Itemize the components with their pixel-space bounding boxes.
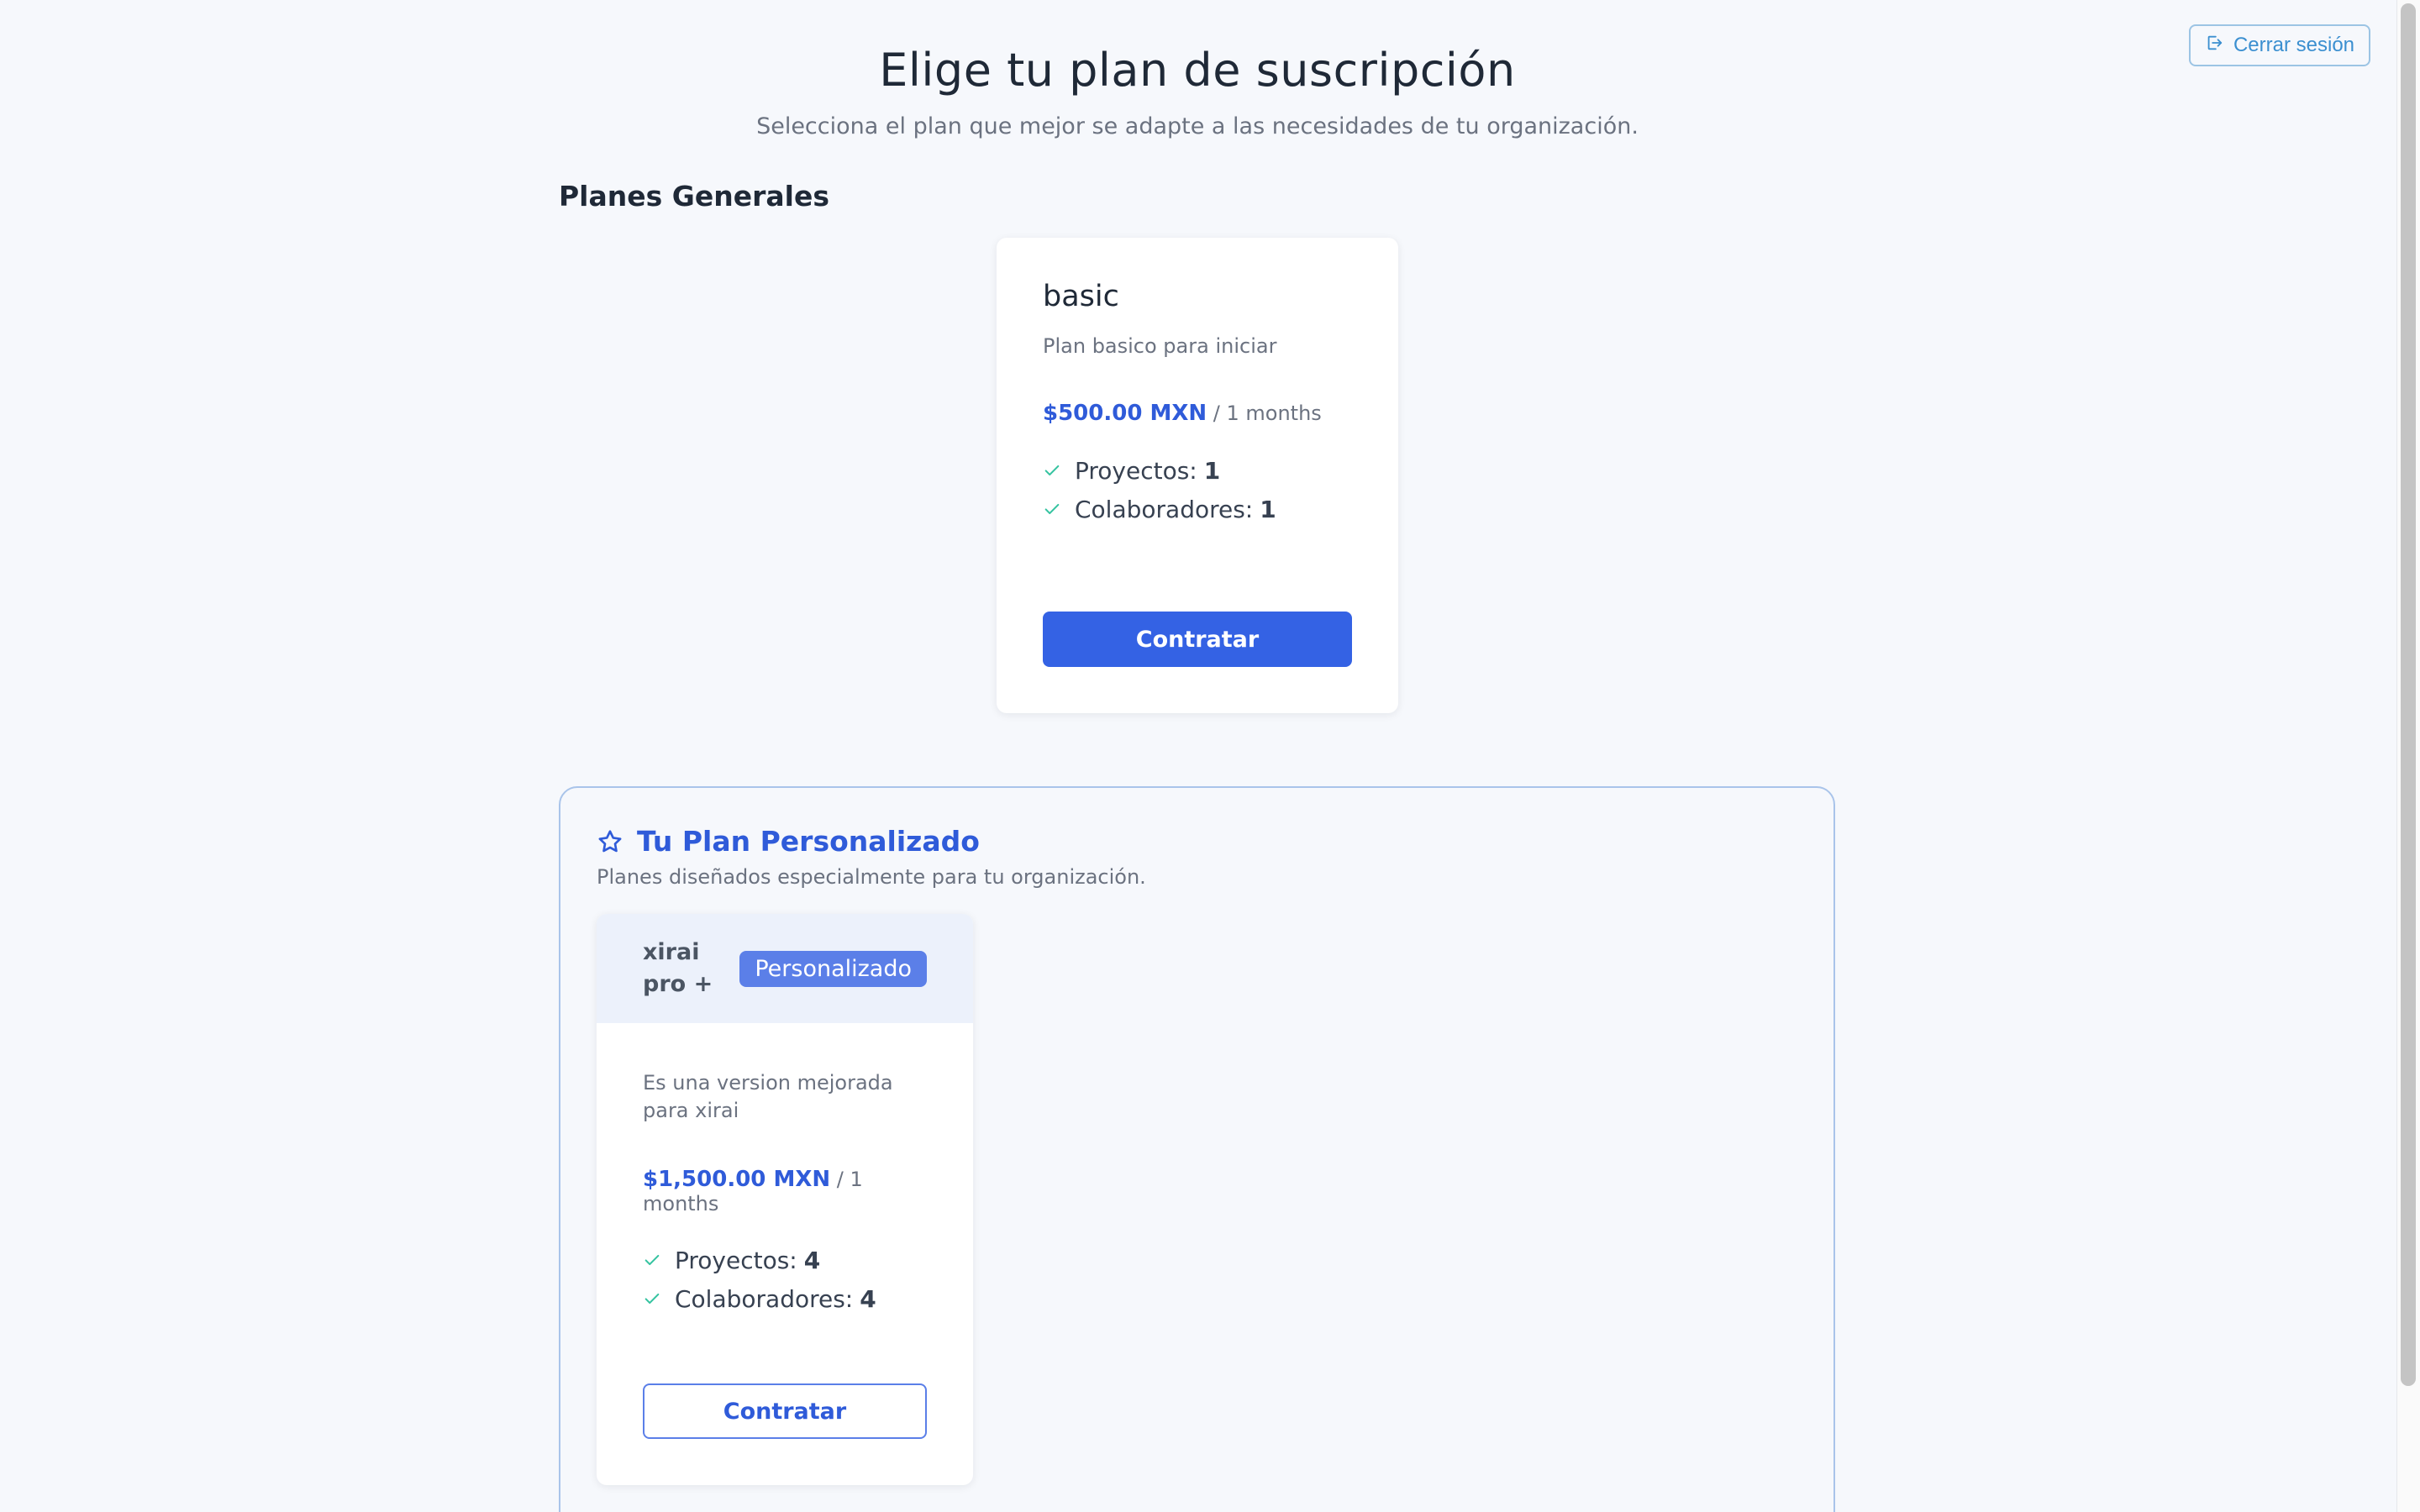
feature-item: Colaboradores: 1 xyxy=(1043,490,1352,528)
page-subtitle: Selecciona el plan que mejor se adapte a… xyxy=(756,113,1639,139)
feature-label: Proyectos: 4 xyxy=(675,1246,821,1274)
plan-price: $500.00 MXN xyxy=(1043,401,1207,426)
general-plans-title: Planes Generales xyxy=(559,180,829,213)
feature-value: 1 xyxy=(1260,495,1276,523)
scrollbar-thumb[interactable] xyxy=(2401,3,2416,1386)
contratar-custom-button[interactable]: Contratar xyxy=(643,1383,927,1439)
plan-name: basic xyxy=(1043,280,1119,313)
price-row: $1,500.00 MXN / 1 months xyxy=(643,1167,927,1215)
page: Cerrar sesión Elige tu plan de suscripci… xyxy=(0,0,2420,1512)
plan-card-basic: basic Plan basico para iniciar $500.00 M… xyxy=(997,238,1398,713)
feature-label: Proyectos: 1 xyxy=(1075,456,1221,485)
scrollbar[interactable] xyxy=(2396,0,2420,1512)
plan-description: Plan basico para iniciar xyxy=(1043,334,1277,358)
feature-value: 4 xyxy=(860,1284,876,1313)
plan-card-custom: xirai pro + Personalizado Es una version… xyxy=(597,914,973,1485)
feature-item: Proyectos: 4 xyxy=(643,1241,927,1279)
custom-card-header: xirai pro + Personalizado xyxy=(597,914,973,1023)
custom-plan-header: Tu Plan Personalizado xyxy=(597,825,980,858)
feature-list: Proyectos: 1 Colaboradores: 1 xyxy=(1043,451,1352,528)
plan-name: xirai pro + xyxy=(643,939,713,997)
page-header: Elige tu plan de suscripción Selecciona … xyxy=(0,44,2395,139)
feature-value: 1 xyxy=(1203,456,1221,485)
check-icon xyxy=(644,1254,660,1266)
price-row: $500.00 MXN / 1 months xyxy=(1043,401,1352,426)
feature-label: Colaboradores: 1 xyxy=(1075,495,1276,523)
feature-label: Colaboradores: 4 xyxy=(675,1284,876,1313)
custom-card-body: Es una version mejorada para xirai $1,50… xyxy=(597,1023,973,1318)
custom-plan-section: Tu Plan Personalizado Planes diseñados e… xyxy=(559,786,1835,1512)
star-icon xyxy=(598,829,622,852)
plan-period: / 1 months xyxy=(1213,402,1322,425)
plan-description: Es una version mejorada para xirai xyxy=(643,1071,893,1122)
check-icon xyxy=(644,1293,660,1305)
plan-price: $1,500.00 MXN xyxy=(643,1167,831,1192)
check-icon xyxy=(1044,503,1060,515)
custom-plan-title: Tu Plan Personalizado xyxy=(637,825,980,858)
feature-value: 4 xyxy=(803,1246,821,1274)
check-icon xyxy=(1044,465,1060,476)
feature-list: Proyectos: 4 Colaboradores: 4 xyxy=(643,1241,927,1318)
contratar-button[interactable]: Contratar xyxy=(1043,612,1352,667)
feature-item: Proyectos: 1 xyxy=(1043,451,1352,490)
feature-item: Colaboradores: 4 xyxy=(643,1279,927,1318)
custom-badge: Personalizado xyxy=(739,950,927,987)
custom-plan-description: Planes diseñados especialmente para tu o… xyxy=(597,865,1146,889)
page-title: Elige tu plan de suscripción xyxy=(879,44,1516,97)
